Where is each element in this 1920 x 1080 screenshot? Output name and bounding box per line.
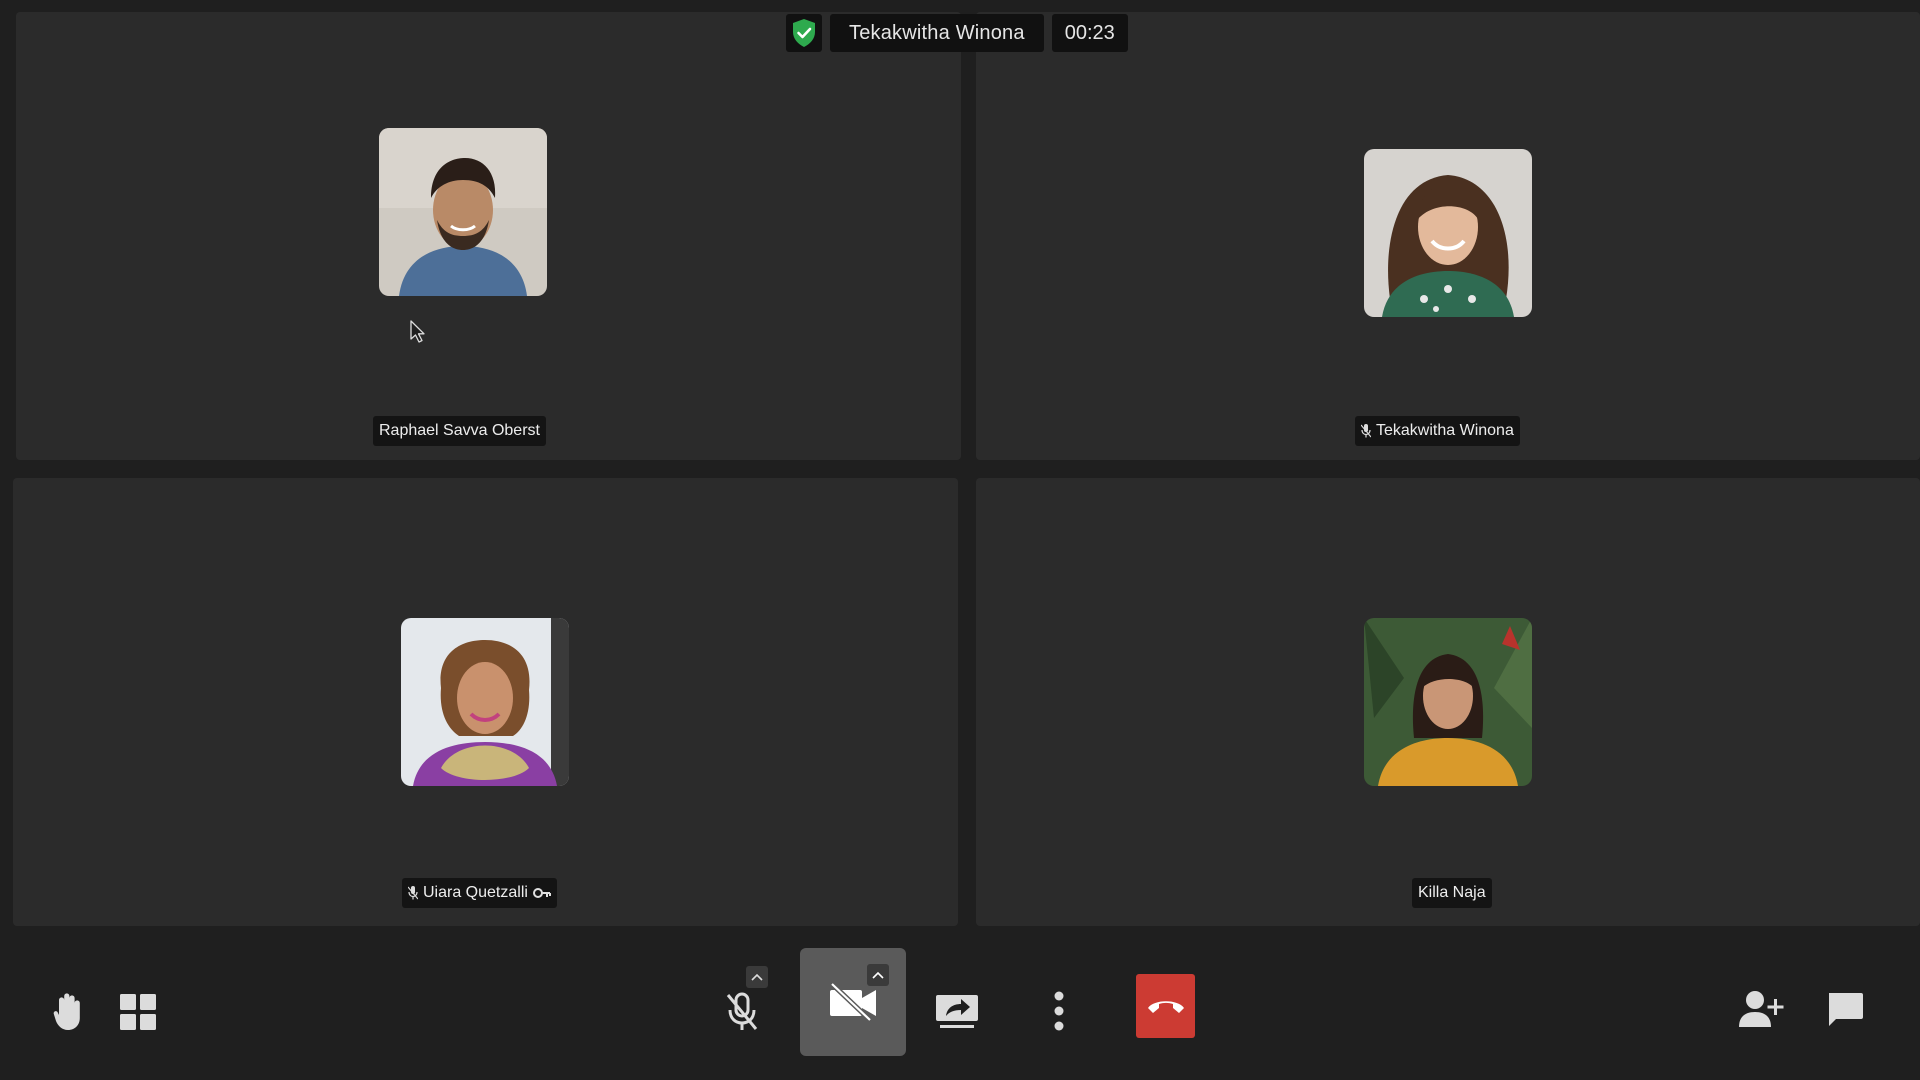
- microphone-muted-icon: [408, 886, 418, 900]
- chevron-up-icon: [751, 973, 763, 981]
- chat-icon: [1829, 993, 1863, 1026]
- avatar: [1364, 618, 1532, 786]
- screen-share-button[interactable]: [932, 986, 982, 1036]
- more-options-button[interactable]: [1044, 984, 1074, 1038]
- participant-name: Killa Naja: [1418, 884, 1486, 901]
- participant-nameplate: Uiara Quetzalli: [402, 878, 557, 908]
- participant-name: Raphael Savva Oberst: [379, 422, 540, 439]
- participant-name: Tekakwitha Winona: [1376, 422, 1514, 439]
- invite-people-button[interactable]: [1736, 984, 1786, 1034]
- video-settings-caret[interactable]: [867, 964, 889, 986]
- mouse-cursor-icon: [410, 320, 425, 343]
- hangup-button[interactable]: [1136, 974, 1195, 1038]
- participant-nameplate: Killa Naja: [1412, 878, 1492, 908]
- camera-toggle-button[interactable]: [800, 948, 906, 1056]
- conference-timer: 00:23: [1051, 14, 1128, 52]
- microphone-muted-icon: [1361, 424, 1371, 438]
- conference-toolbar: [0, 930, 1920, 1080]
- participant-nameplate: Raphael Savva Oberst: [373, 416, 546, 446]
- avatar: [379, 128, 547, 296]
- microphone-muted-icon: [726, 992, 758, 1030]
- chat-button[interactable]: [1822, 986, 1868, 1032]
- screen-share-icon: [936, 995, 978, 1028]
- invite-people-icon: [1739, 991, 1784, 1027]
- participant-tile-raphael[interactable]: Raphael Savva Oberst: [16, 12, 961, 460]
- more-options-icon: [1054, 991, 1064, 1031]
- conference-stage: Tekakwitha Winona 00:23 Raphael Savva Ob…: [0, 0, 1920, 1080]
- shield-check-icon: [793, 19, 815, 47]
- tile-view-icon: [120, 994, 156, 1030]
- camera-off-icon: [830, 982, 876, 1022]
- raise-hand-icon: [53, 993, 80, 1030]
- participant-tile-uiara[interactable]: Uiara Quetzalli: [13, 478, 958, 926]
- avatar: [1364, 149, 1532, 317]
- participant-tile-tekakwitha[interactable]: Tekakwitha Winona: [976, 12, 1920, 460]
- participant-name: Uiara Quetzalli: [423, 884, 528, 901]
- moderator-key-icon: [532, 888, 551, 898]
- participant-nameplate: Tekakwitha Winona: [1355, 416, 1520, 446]
- audio-settings-caret[interactable]: [746, 966, 768, 988]
- participant-tile-killa[interactable]: Killa Naja: [976, 478, 1920, 926]
- raise-hand-button[interactable]: [48, 988, 88, 1036]
- avatar: [401, 618, 569, 786]
- conference-header: Tekakwitha Winona 00:23: [786, 14, 1128, 52]
- tile-view-button[interactable]: [116, 990, 160, 1034]
- hangup-icon: [1147, 1001, 1184, 1013]
- security-indicator[interactable]: [786, 14, 822, 52]
- chevron-up-icon: [872, 971, 884, 979]
- conference-title: Tekakwitha Winona: [830, 14, 1044, 52]
- microphone-toggle-button[interactable]: [716, 982, 768, 1042]
